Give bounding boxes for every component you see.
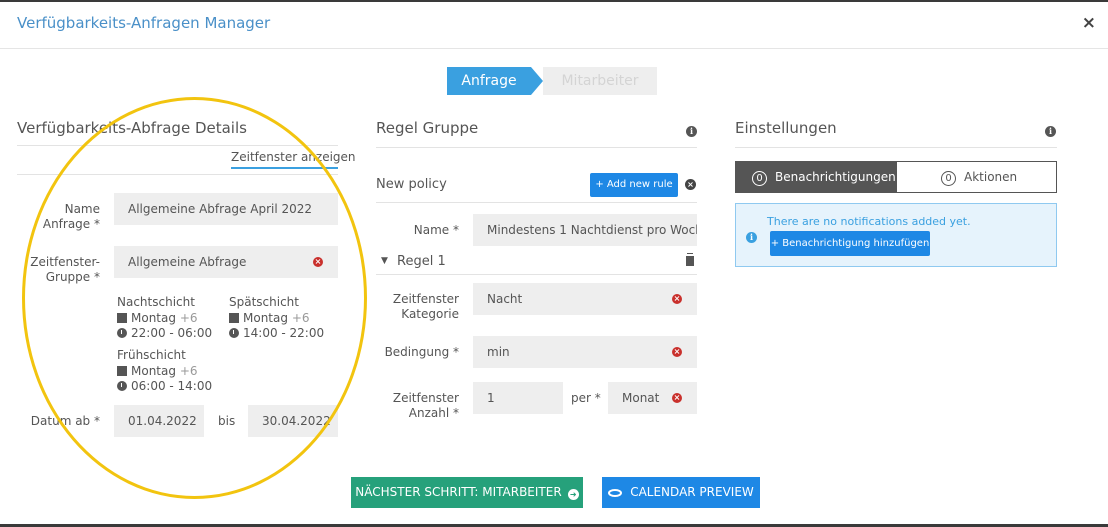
condition-select[interactable]: min xyxy=(473,336,697,368)
settings-tabs: 0 Benachrichtigungen 0 Aktionen xyxy=(735,161,1057,193)
notice-text: There are no notifications added yet. xyxy=(767,215,971,228)
category-label: Zeitfenster Kategorie xyxy=(392,292,459,321)
add-notification-button[interactable]: + Benachrichtigung hinzufügen xyxy=(770,231,930,256)
info-icon: i xyxy=(746,232,757,243)
tab-notifications[interactable]: 0 Benachrichtigungen xyxy=(736,162,897,192)
step-anfrage[interactable]: Anfrage xyxy=(447,67,531,95)
clear-condition-icon[interactable]: × xyxy=(672,347,682,357)
modal-header: Verfügbarkeits-Anfragen Manager × xyxy=(0,2,1108,49)
add-rule-button[interactable]: + Add new rule xyxy=(590,173,678,197)
info-icon[interactable]: i xyxy=(686,126,697,137)
date-from-input[interactable]: 01.04.2022 xyxy=(114,405,204,437)
shift-day: Montag +6 xyxy=(117,311,198,325)
rules-title: Regel Gruppe xyxy=(376,119,479,137)
modal-dialog: Verfügbarkeits-Anfragen Manager × Mitarb… xyxy=(0,2,1108,524)
rule-name-label: Name * xyxy=(413,223,459,237)
shift-time: 14:00 - 22:00 xyxy=(229,326,324,340)
calendar-preview-button[interactable]: CALENDAR PREVIEW xyxy=(602,477,760,508)
shift-name: Frühschicht xyxy=(117,348,186,362)
date-separator: bis xyxy=(218,414,236,428)
tab-actions[interactable]: 0 Aktionen xyxy=(897,162,1056,192)
modal-title: Verfügbarkeits-Anfragen Manager xyxy=(17,14,271,32)
tab-zeitfenster[interactable]: Zeitfenster anzeigen xyxy=(231,150,356,164)
per-label: per * xyxy=(571,391,601,405)
collapse-icon[interactable]: ▼ xyxy=(381,256,388,266)
next-step-button[interactable]: NÄCHSTER SCHRITT: MITARBEITER ➜ xyxy=(351,477,583,508)
shift-time: 06:00 - 14:00 xyxy=(117,379,212,393)
calendar-icon xyxy=(229,313,239,323)
clock-icon xyxy=(229,328,239,338)
info-icon[interactable]: i xyxy=(1045,126,1056,137)
category-select[interactable]: Nacht xyxy=(473,283,697,315)
calendar-icon xyxy=(117,366,127,376)
shift-name: Nachtschicht xyxy=(117,295,195,309)
rule-title: Regel 1 xyxy=(397,254,446,269)
close-icon[interactable]: × xyxy=(1082,13,1096,33)
shift-day: Montag +6 xyxy=(117,364,198,378)
shift-day: Montag +6 xyxy=(229,311,310,325)
shift-time: 22:00 - 06:00 xyxy=(117,326,212,340)
group-label: Zeitfenster-Gruppe * xyxy=(30,255,100,284)
name-label: Name Anfrage * xyxy=(42,202,100,231)
divider xyxy=(735,147,1057,148)
notifications-notice: i There are no notifications added yet. … xyxy=(735,203,1057,267)
per-select[interactable]: Monat xyxy=(608,382,697,414)
divider xyxy=(376,274,697,275)
step-mitarbeiter[interactable]: Mitarbeiter xyxy=(543,67,657,95)
date-to-input[interactable]: 30.04.2022 xyxy=(248,405,338,437)
clock-icon xyxy=(117,328,127,338)
count-input[interactable]: 1 xyxy=(473,382,563,414)
divider xyxy=(17,174,338,175)
group-select[interactable]: Allgemeine Abfrage xyxy=(114,246,338,278)
rule-name-input[interactable]: Mindestens 1 Nachtdienst pro Woche xyxy=(473,214,697,246)
divider xyxy=(376,202,697,203)
divider xyxy=(376,147,697,148)
shift-name: Spätschicht xyxy=(229,295,299,309)
clear-per-icon[interactable]: × xyxy=(672,393,682,403)
details-title: Verfügbarkeits-Abfrage Details xyxy=(17,119,247,137)
count-label: Zeitfenster Anzahl * xyxy=(392,391,459,420)
tab-underline xyxy=(231,167,338,169)
condition-label: Bedingung * xyxy=(384,345,459,359)
arrow-right-icon: ➜ xyxy=(567,489,579,500)
settings-title: Einstellungen xyxy=(735,119,837,137)
remove-policy-icon[interactable]: × xyxy=(685,179,696,190)
name-input[interactable]: Allgemeine Abfrage April 2022 xyxy=(114,193,338,225)
clock-icon xyxy=(117,381,127,391)
trash-icon[interactable] xyxy=(686,254,694,266)
clear-category-icon[interactable]: × xyxy=(672,294,682,304)
eye-icon xyxy=(608,489,623,497)
calendar-icon xyxy=(117,313,127,323)
step-arrow xyxy=(531,67,543,95)
date-label: Datum ab * xyxy=(30,414,100,428)
clear-group-icon[interactable]: × xyxy=(313,257,323,267)
policy-label: New policy xyxy=(376,177,447,192)
divider xyxy=(17,145,338,146)
